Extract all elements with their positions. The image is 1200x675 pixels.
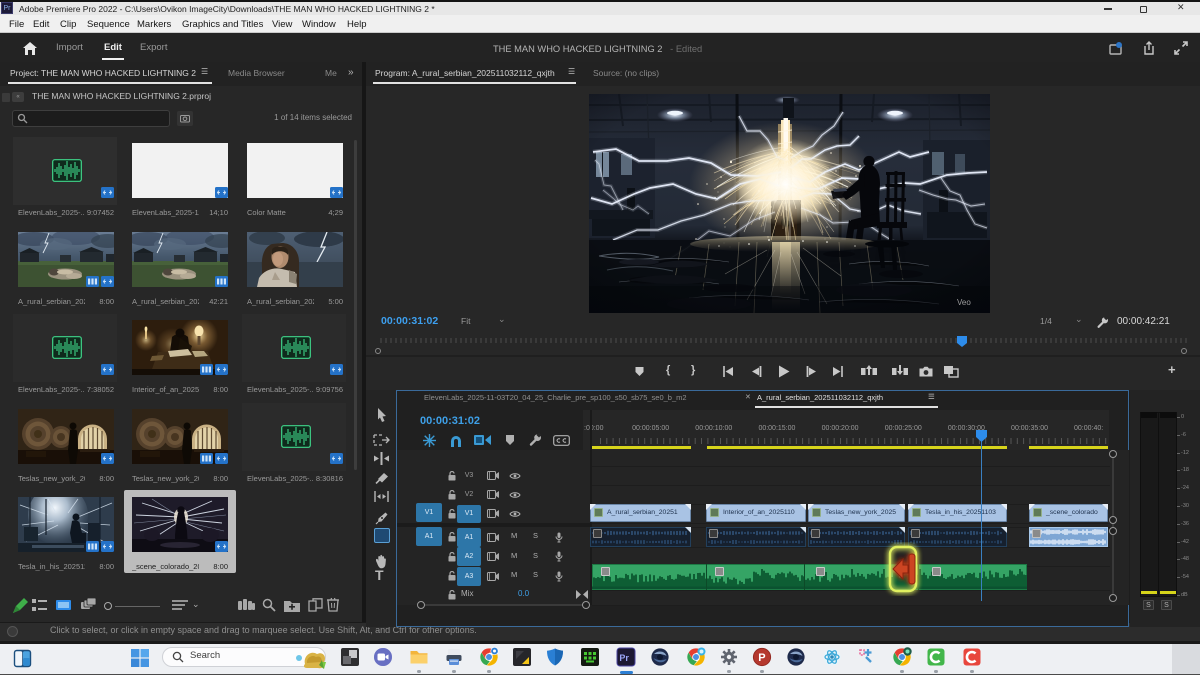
svg-text:Pr: Pr (619, 653, 629, 663)
svg-text:Veo: Veo (957, 298, 971, 307)
svg-text:P: P (758, 652, 765, 664)
